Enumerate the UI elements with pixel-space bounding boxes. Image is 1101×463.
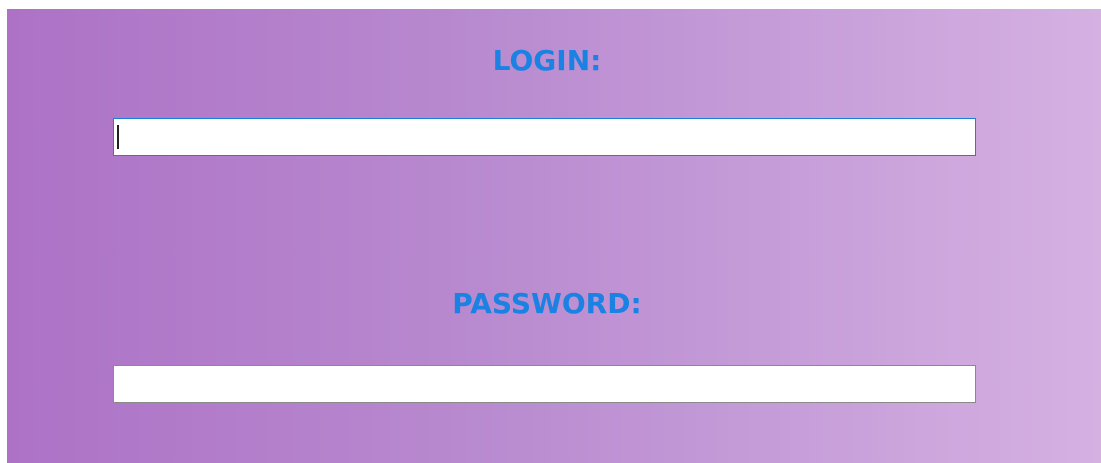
password-label: PASSWORD: <box>452 287 642 320</box>
login-input[interactable] <box>113 118 976 156</box>
login-panel: LOGIN: PASSWORD: <box>7 9 1101 463</box>
text-cursor <box>117 125 119 149</box>
password-input[interactable] <box>113 365 976 403</box>
login-label: LOGIN: <box>492 44 602 77</box>
